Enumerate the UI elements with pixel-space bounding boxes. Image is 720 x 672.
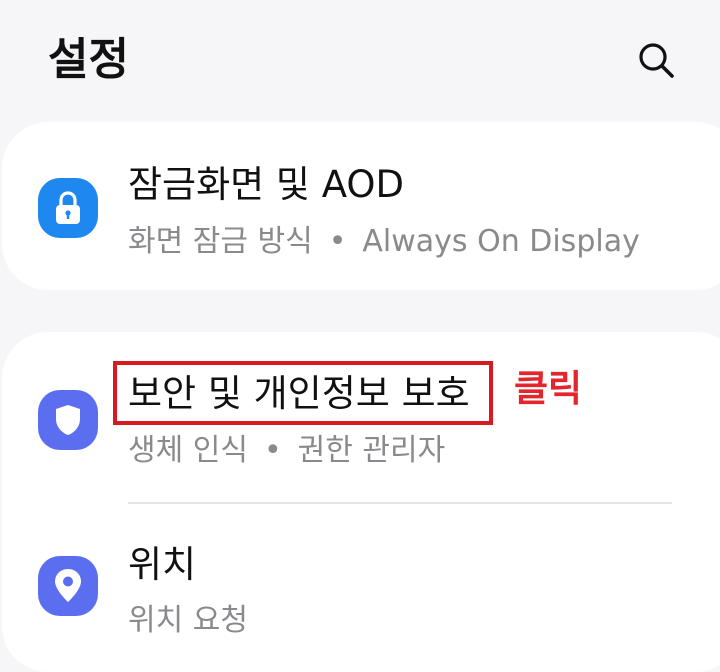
- settings-item-title: 잠금화면 및 AOD: [128, 163, 404, 206]
- search-icon: [639, 43, 674, 78]
- click-highlight-box: [113, 361, 493, 425]
- settings-item-subtitle: 화면 잠금 방식 • Always On Display: [128, 221, 640, 263]
- subtitle-part: Always On Display: [362, 224, 640, 259]
- shield-icon: [56, 405, 80, 435]
- lockscreen-icon-badge: [38, 178, 98, 238]
- settings-item-location[interactable]: 위치 위치 요청: [0, 504, 720, 646]
- subtitle-part: 권한 관리자: [297, 433, 446, 468]
- subtitle-part: 화면 잠금 방식: [128, 224, 313, 259]
- location-icon-badge: [38, 556, 98, 616]
- location-pin-icon: [55, 569, 81, 602]
- lock-icon: [56, 191, 80, 224]
- search-button[interactable]: [630, 34, 682, 86]
- settings-item-title: 위치: [128, 543, 197, 586]
- security-icon-badge: [38, 390, 98, 450]
- separator-dot: •: [263, 433, 282, 468]
- subtitle-part: 생체 인식: [128, 433, 248, 468]
- header: 설정: [0, 0, 720, 110]
- settings-item-lockscreen-aod[interactable]: 잠금화면 및 AOD 화면 잠금 방식 • Always On Display: [0, 122, 720, 290]
- page-title: 설정: [48, 34, 129, 85]
- settings-item-subtitle: 위치 요청: [128, 600, 248, 642]
- separator-dot: •: [328, 224, 347, 259]
- click-annotation-label: 클릭: [514, 367, 583, 410]
- subtitle-part: 위치 요청: [128, 603, 248, 638]
- settings-item-subtitle: 생체 인식 • 권한 관리자: [128, 430, 445, 472]
